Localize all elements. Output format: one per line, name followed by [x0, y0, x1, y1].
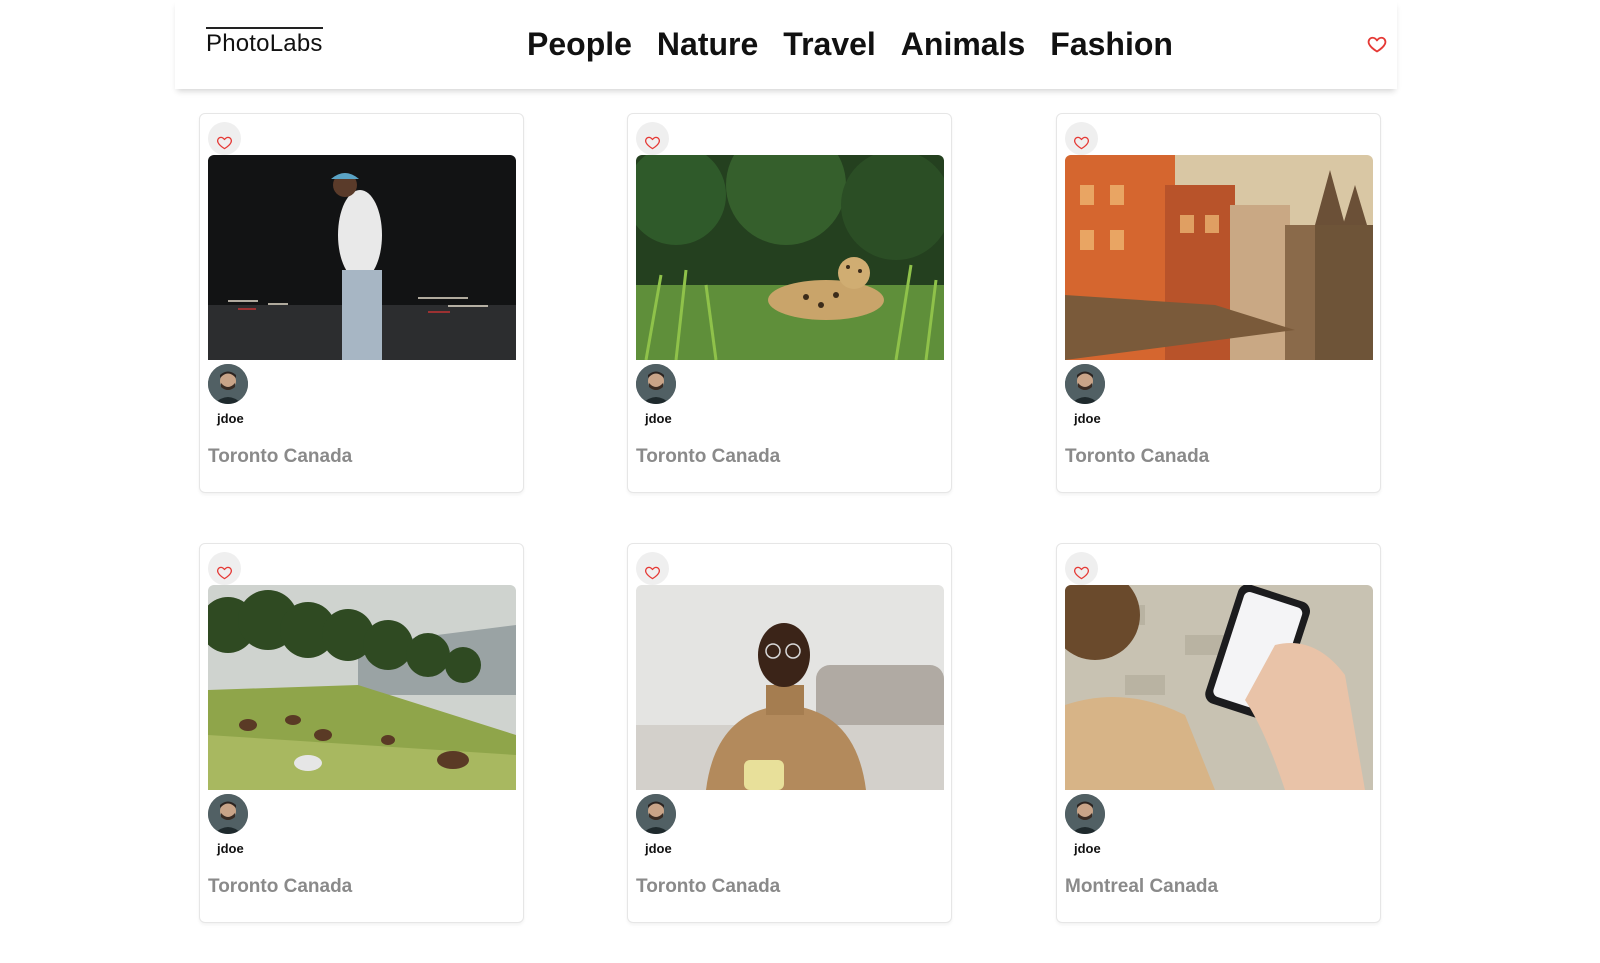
- photo-image[interactable]: [208, 585, 516, 790]
- heart-icon[interactable]: [1065, 552, 1098, 585]
- photo-location: Montreal Canada: [1065, 876, 1219, 897]
- avatar: [208, 364, 248, 404]
- username: jdoe: [1074, 841, 1101, 856]
- photo-image[interactable]: [636, 585, 944, 790]
- heart-icon[interactable]: [208, 552, 241, 585]
- top-navigation-bar: PhotoLabs People Nature Travel Animals F…: [175, 0, 1397, 89]
- photo-image[interactable]: [636, 155, 944, 360]
- photo-location: Toronto Canada: [208, 446, 353, 467]
- heart-icon[interactable]: [1065, 122, 1098, 155]
- username: jdoe: [217, 411, 244, 426]
- topic-people[interactable]: People: [527, 26, 632, 62]
- avatar: [208, 794, 248, 834]
- favourites-heart-icon[interactable]: [1367, 34, 1387, 54]
- photo-card[interactable]: jdoe Toronto Canada: [627, 543, 952, 923]
- heart-icon[interactable]: [636, 552, 669, 585]
- username: jdoe: [217, 841, 244, 856]
- photo-card[interactable]: jdoe Montreal Canada: [1056, 543, 1381, 923]
- topic-travel[interactable]: Travel: [783, 26, 876, 62]
- photo-location: Toronto Canada: [1065, 446, 1210, 467]
- avatar: [636, 364, 676, 404]
- photo-card[interactable]: jdoe Toronto Canada: [199, 113, 524, 493]
- avatar: [636, 794, 676, 834]
- photo-image[interactable]: [208, 155, 516, 360]
- topic-list: People Nature Travel Animals Fashion: [527, 26, 1173, 62]
- photo-card[interactable]: jdoe Toronto Canada: [199, 543, 524, 923]
- avatar: [1065, 364, 1105, 404]
- photo-location: Toronto Canada: [636, 446, 781, 467]
- logo[interactable]: PhotoLabs: [206, 27, 323, 56]
- photo-image[interactable]: [1065, 155, 1373, 360]
- topic-fashion[interactable]: Fashion: [1050, 26, 1173, 62]
- photo-card[interactable]: jdoe Toronto Canada: [1056, 113, 1381, 493]
- photo-location: Toronto Canada: [208, 876, 353, 897]
- avatar: [1065, 794, 1105, 834]
- heart-icon[interactable]: [208, 122, 241, 155]
- username: jdoe: [645, 841, 672, 856]
- photo-location: Toronto Canada: [636, 876, 781, 897]
- heart-icon[interactable]: [636, 122, 669, 155]
- username: jdoe: [1074, 411, 1101, 426]
- username: jdoe: [645, 411, 672, 426]
- photo-card[interactable]: jdoe Toronto Canada: [627, 113, 952, 493]
- photo-image[interactable]: [1065, 585, 1373, 790]
- topic-animals[interactable]: Animals: [901, 26, 1025, 62]
- topic-nature[interactable]: Nature: [657, 26, 758, 62]
